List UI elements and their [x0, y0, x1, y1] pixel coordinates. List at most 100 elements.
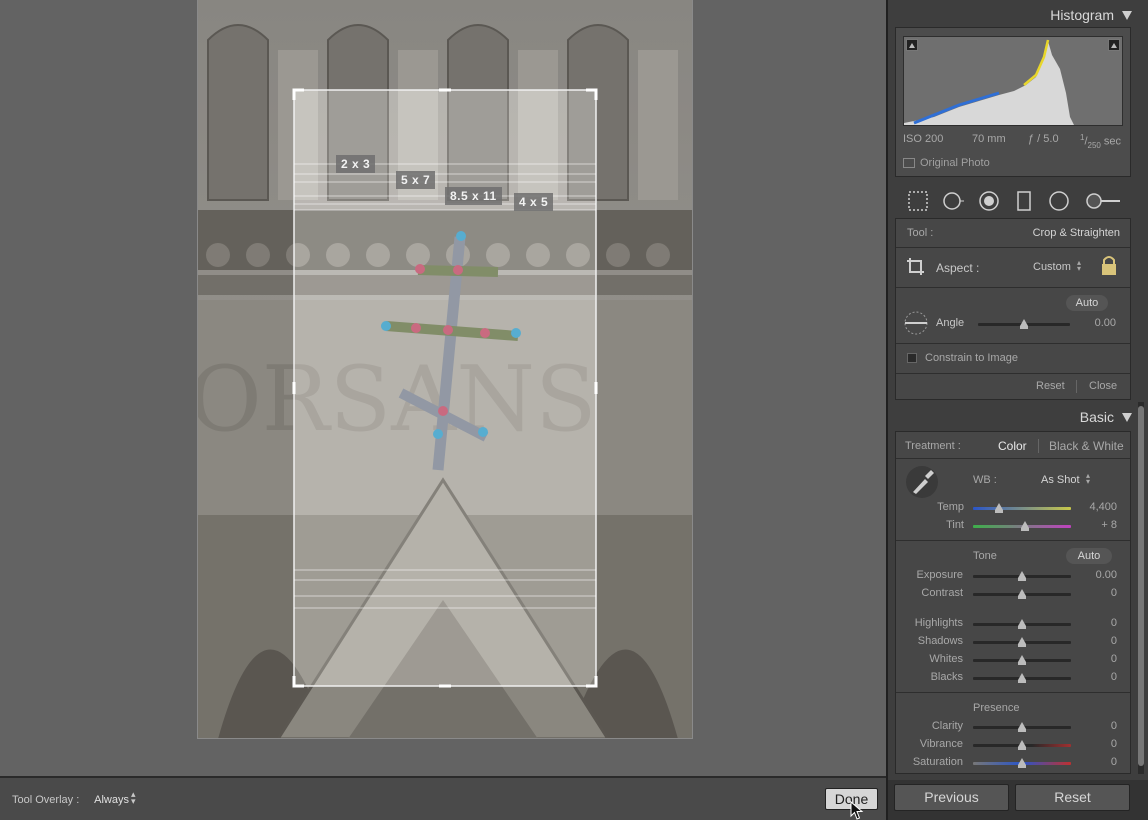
temp-label: Temp — [937, 501, 964, 513]
bottom-toolbar: Tool Overlay : Always ▴ ▾ Done — [0, 776, 886, 820]
clarity-slider[interactable] — [973, 722, 1071, 732]
treatment-color-option[interactable]: Color — [998, 439, 1027, 453]
panel-scrollbar[interactable] — [1138, 402, 1144, 774]
adjustment-brush-icon[interactable] — [1085, 190, 1121, 212]
tint-slider-thumb[interactable] — [1020, 521, 1029, 531]
vibrance-slider[interactable] — [973, 740, 1071, 750]
reset-button[interactable]: Reset — [1015, 784, 1130, 811]
crop-panel: Tool : Crop & Straighten Aspect : Custom… — [895, 218, 1131, 400]
saturation-label: Saturation — [912, 756, 963, 768]
wb-value[interactable]: As Shot — [1041, 474, 1080, 486]
angle-slider[interactable] — [978, 319, 1070, 329]
histogram-curve — [904, 39, 1074, 125]
tool-overlay-label: Tool Overlay : — [12, 794, 80, 806]
panel-scrollbar-thumb[interactable] — [1138, 406, 1144, 766]
angle-auto-button[interactable]: Auto — [1066, 295, 1108, 311]
wb-stepper-icon[interactable]: ▴ ▾ — [1086, 472, 1090, 486]
crop-aspect-icon[interactable] — [906, 256, 928, 276]
tone-label: Tone — [973, 550, 997, 562]
vibrance-slider-thumb[interactable] — [1018, 740, 1026, 750]
crop-close-button[interactable]: Close — [1089, 380, 1117, 392]
shadows-slider-thumb[interactable] — [1018, 637, 1026, 647]
spot-removal-icon[interactable] — [942, 190, 964, 212]
angle-slider-thumb[interactable] — [1020, 319, 1028, 329]
saturation-slider[interactable] — [973, 758, 1071, 768]
contrast-label: Contrast — [921, 587, 963, 599]
exif-shutter-denominator: 250 — [1087, 140, 1101, 150]
temp-slider-thumb[interactable] — [995, 503, 1004, 513]
straighten-level-icon[interactable] — [902, 311, 930, 335]
lock-icon[interactable] — [1100, 254, 1118, 276]
highlight-clipping-icon[interactable] — [1108, 39, 1120, 51]
tint-value[interactable]: + 8 — [1077, 519, 1117, 531]
vibrance-value[interactable]: 0 — [1077, 738, 1117, 750]
tint-slider[interactable] — [973, 521, 1071, 531]
exposure-value[interactable]: 0.00 — [1077, 569, 1117, 581]
shadows-slider[interactable] — [973, 637, 1071, 647]
crop-button-divider — [1076, 380, 1077, 393]
temp-value[interactable]: 4,400 — [1077, 501, 1117, 513]
tone-auto-button[interactable]: Auto — [1066, 548, 1112, 564]
basic-header[interactable]: Basic — [888, 404, 1136, 430]
treatment-label: Treatment : — [905, 440, 961, 452]
highlights-slider[interactable] — [973, 619, 1071, 629]
collapse-triangle-icon[interactable] — [1122, 413, 1132, 422]
exposure-label: Exposure — [916, 569, 963, 581]
histogram-panel: ISO 200 70 mm ƒ / 5.0 1/250 sec Original… — [895, 27, 1131, 177]
ratio-label-5x7: 5 x 7 — [396, 171, 436, 189]
exposure-slider[interactable] — [973, 571, 1071, 581]
photo-preview[interactable]: ORSANS — [197, 0, 693, 739]
panel-bottom-bar: Previous Reset — [888, 780, 1148, 820]
crop-overlay-icon[interactable] — [907, 190, 929, 212]
shadow-clipping-icon[interactable] — [906, 39, 918, 51]
graduated-filter-icon[interactable] — [1013, 190, 1035, 212]
blacks-slider-thumb[interactable] — [1018, 673, 1026, 683]
exif-focal-length: 70 mm — [972, 133, 1006, 145]
previous-button[interactable]: Previous — [894, 784, 1009, 811]
ratio-label-2x3: 2 x 3 — [336, 155, 376, 173]
mouse-cursor-icon — [850, 801, 864, 820]
clarity-value[interactable]: 0 — [1077, 720, 1117, 732]
constrain-checkbox[interactable] — [907, 353, 917, 363]
treatment-bw-option[interactable]: Black & White — [1049, 439, 1124, 453]
angle-value[interactable]: 0.00 — [1076, 317, 1116, 329]
aspect-value[interactable]: Custom — [1033, 261, 1071, 273]
aspect-stepper-icon[interactable]: ▴ ▾ — [1077, 259, 1081, 273]
basic-panel: Treatment : Color Black & White WB : As … — [895, 431, 1131, 774]
radial-filter-icon[interactable] — [1048, 190, 1070, 212]
contrast-slider[interactable] — [973, 589, 1071, 599]
tool-value: Crop & Straighten — [1032, 227, 1120, 239]
highlights-label: Highlights — [914, 617, 963, 629]
tool-overlay-value[interactable]: Always — [89, 794, 129, 806]
contrast-slider-thumb[interactable] — [1018, 589, 1026, 599]
contrast-value[interactable]: 0 — [1077, 587, 1117, 599]
collapse-triangle-icon[interactable] — [1122, 11, 1132, 20]
treatment-divider — [1038, 439, 1039, 453]
tint-label: Tint — [946, 519, 964, 531]
clarity-label: Clarity — [931, 720, 963, 732]
histogram-header[interactable]: Histogram — [888, 2, 1136, 28]
highlights-slider-thumb[interactable] — [1018, 619, 1026, 629]
blacks-slider[interactable] — [973, 673, 1071, 683]
angle-label: Angle — [936, 317, 965, 329]
shadows-value[interactable]: 0 — [1077, 635, 1117, 647]
original-photo-checkbox[interactable] — [903, 158, 915, 168]
exif-shutter-numerator: 1 — [1080, 133, 1085, 142]
whites-value[interactable]: 0 — [1077, 653, 1117, 665]
saturation-slider-thumb[interactable] — [1018, 758, 1026, 768]
tool-label: Tool : — [907, 227, 934, 239]
red-eye-icon[interactable] — [978, 190, 1000, 212]
tool-overlay-stepper-icon[interactable]: ▴ ▾ — [131, 790, 136, 806]
highlights-value[interactable]: 0 — [1077, 617, 1117, 629]
whites-slider-thumb[interactable] — [1018, 655, 1026, 665]
temp-slider[interactable] — [973, 503, 1071, 513]
white-balance-eyedropper-icon[interactable] — [905, 465, 939, 499]
saturation-value[interactable]: 0 — [1077, 756, 1117, 768]
crop-reset-button[interactable]: Reset — [1036, 380, 1065, 392]
whites-slider[interactable] — [973, 655, 1071, 665]
exposure-slider-thumb[interactable] — [1018, 571, 1026, 581]
clarity-slider-thumb[interactable] — [1018, 722, 1026, 732]
whites-label: Whites — [929, 653, 963, 665]
blacks-value[interactable]: 0 — [1077, 671, 1117, 683]
exif-shutter-unit: sec — [1100, 135, 1122, 148]
